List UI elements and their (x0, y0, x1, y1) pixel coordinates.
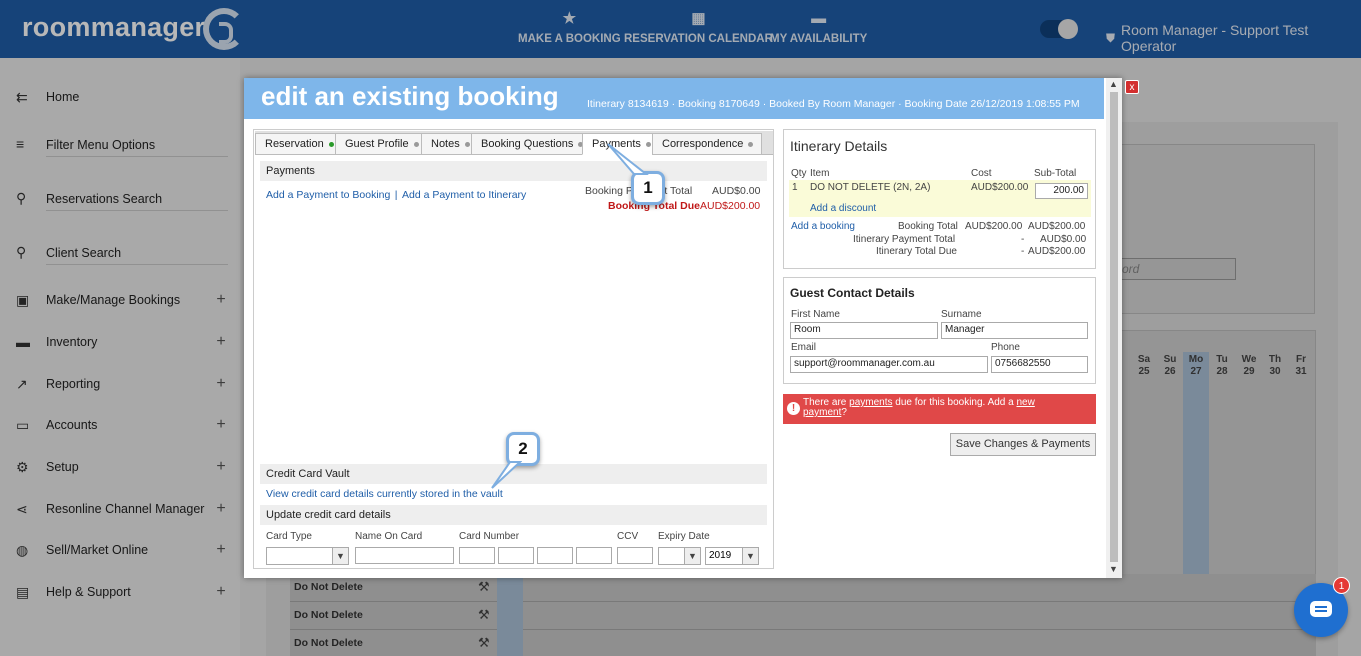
status-dot-icon (328, 141, 334, 147)
callout-number: 1 (643, 178, 653, 197)
modal-scrollbar[interactable]: ▲ ▼ (1106, 78, 1122, 578)
itinerary-total-due-label: Itinerary Total Due (876, 246, 957, 257)
itinerary-details-heading: Itinerary Details (790, 138, 888, 154)
surname-label: Surname (941, 309, 982, 320)
scroll-down-icon[interactable]: ▼ (1109, 564, 1118, 574)
line-qty: 1 (792, 182, 798, 193)
alert-text: ? (841, 407, 847, 418)
alert-text: due for this booking. Add a (892, 397, 1017, 408)
status-dot-icon (413, 141, 419, 147)
first-name-input[interactable]: Room (790, 322, 938, 339)
tab-correspondence[interactable]: Correspondence (652, 133, 763, 155)
itinerary-line-item: 1 DO NOT DELETE (2N, 2A) AUD$200.00 200.… (789, 180, 1091, 217)
itinerary-payment-total-label: Itinerary Payment Total (853, 234, 956, 245)
line-cost: AUD$200.00 (971, 182, 1029, 193)
email-label: Email (791, 342, 817, 353)
ccv-input[interactable] (617, 547, 653, 564)
add-payment-to-booking-link[interactable]: Add a Payment to Booking (266, 189, 390, 201)
scroll-thumb[interactable] (1110, 92, 1118, 562)
close-icon[interactable]: x (1125, 80, 1139, 94)
phone-input[interactable]: 0756682550 (991, 356, 1088, 373)
card-type-select[interactable]: ▼ (266, 547, 349, 565)
chevron-down-icon: ▼ (332, 548, 348, 564)
chevron-down-icon: ▼ (742, 548, 758, 564)
expiry-date-label: Expiry Date (658, 531, 710, 542)
expiry-year-select[interactable]: 2019 ▼ (705, 547, 759, 565)
add-payment-to-itinerary-link[interactable]: Add a Payment to Itinerary (402, 189, 526, 201)
notification-badge: 1 (1333, 577, 1350, 594)
card-type-label: Card Type (266, 531, 312, 542)
card-number-part-4[interactable] (576, 547, 612, 564)
name-on-card-input[interactable] (355, 547, 454, 564)
payment-links: Add a Payment to Booking | Add a Payment… (266, 185, 526, 203)
booking-payment-total-value: AUD$0.00 (712, 185, 761, 197)
booking-info: Itinerary 8134619 · Booking 8170649 · Bo… (587, 98, 1080, 110)
card-number-part-1[interactable] (459, 547, 495, 564)
booking-total-cost: AUD$200.00 (965, 221, 1023, 232)
new-payment-link-cont[interactable]: payment (803, 407, 841, 418)
update-credit-card-heading: Update credit card details (260, 505, 767, 525)
add-discount-link[interactable]: Add a discount (810, 203, 876, 214)
card-number-part-3[interactable] (537, 547, 573, 564)
expiry-month-select[interactable]: ▼ (658, 547, 701, 565)
modal-header: edit an existing booking Itinerary 81346… (244, 78, 1104, 119)
save-changes-button[interactable]: Save Changes & Payments (950, 433, 1096, 456)
payments-heading: Payments (260, 161, 767, 181)
edit-booking-modal: edit an existing booking Itinerary 81346… (244, 78, 1122, 578)
add-booking-link[interactable]: Add a booking (791, 221, 855, 232)
exclamation-icon: ! (787, 402, 800, 415)
status-dot-icon (464, 141, 470, 147)
guest-contact-heading: Guest Contact Details (790, 286, 915, 300)
email-input[interactable]: support@roommanager.com.au (790, 356, 988, 373)
surname-input[interactable]: Manager (941, 322, 1088, 339)
itinerary-payment-total-cost: - (1021, 234, 1025, 245)
tab-bar: Reservation Guest Profile Notes Booking … (255, 131, 773, 155)
subtotal-input[interactable]: 200.00 (1035, 183, 1088, 199)
status-dot-icon (748, 141, 754, 147)
payment-due-alert: ! There are payments due for this bookin… (783, 394, 1096, 424)
callout-1-pointer (607, 143, 649, 175)
modal-title: edit an existing booking (261, 81, 559, 111)
booking-total-due-value: AUD$200.00 (700, 200, 761, 212)
first-name-label: First Name (791, 309, 840, 320)
col-subtotal: Sub-Total (1034, 168, 1077, 179)
booking-total-label: Booking Total (898, 221, 958, 232)
col-item: Item (810, 168, 830, 179)
chat-icon (1310, 601, 1332, 617)
col-cost: Cost (971, 168, 992, 179)
expiry-year-value: 2019 (709, 550, 732, 561)
itinerary-details-panel: Itinerary Details Qty Item Cost Sub-Tota… (783, 129, 1096, 269)
tab-guest-profile[interactable]: Guest Profile (335, 133, 428, 155)
booking-tabs-panel: Reservation Guest Profile Notes Booking … (253, 129, 774, 569)
new-payment-link[interactable]: new (1016, 397, 1034, 408)
link-separator: | (394, 189, 398, 201)
itinerary-total-due-subtotal: AUD$200.00 (1028, 246, 1086, 257)
itinerary-total-due-cost: - (1021, 246, 1025, 257)
booking-total-subtotal: AUD$200.00 (1028, 221, 1086, 232)
callout-2-pointer (491, 461, 522, 489)
view-vault-link[interactable]: View credit card details currently store… (266, 488, 503, 500)
payments-link[interactable]: payments (849, 397, 892, 408)
card-number-label: Card Number (459, 531, 520, 542)
card-number-part-2[interactable] (498, 547, 534, 564)
tab-reservation[interactable]: Reservation (255, 133, 343, 155)
callout-number: 2 (518, 439, 528, 458)
itinerary-payment-total-subtotal: AUD$0.00 (1040, 234, 1087, 245)
col-qty: Qty (791, 168, 807, 179)
phone-label: Phone (991, 342, 1020, 353)
line-item: DO NOT DELETE (2N, 2A) (810, 182, 931, 193)
ccv-label: CCV (617, 531, 639, 542)
scroll-up-icon[interactable]: ▲ (1109, 79, 1118, 89)
guest-contact-panel: Guest Contact Details First Name Surname… (783, 277, 1096, 384)
name-on-card-label: Name On Card (355, 531, 423, 542)
tab-booking-questions[interactable]: Booking Questions (471, 133, 593, 155)
chevron-down-icon: ▼ (684, 548, 700, 564)
